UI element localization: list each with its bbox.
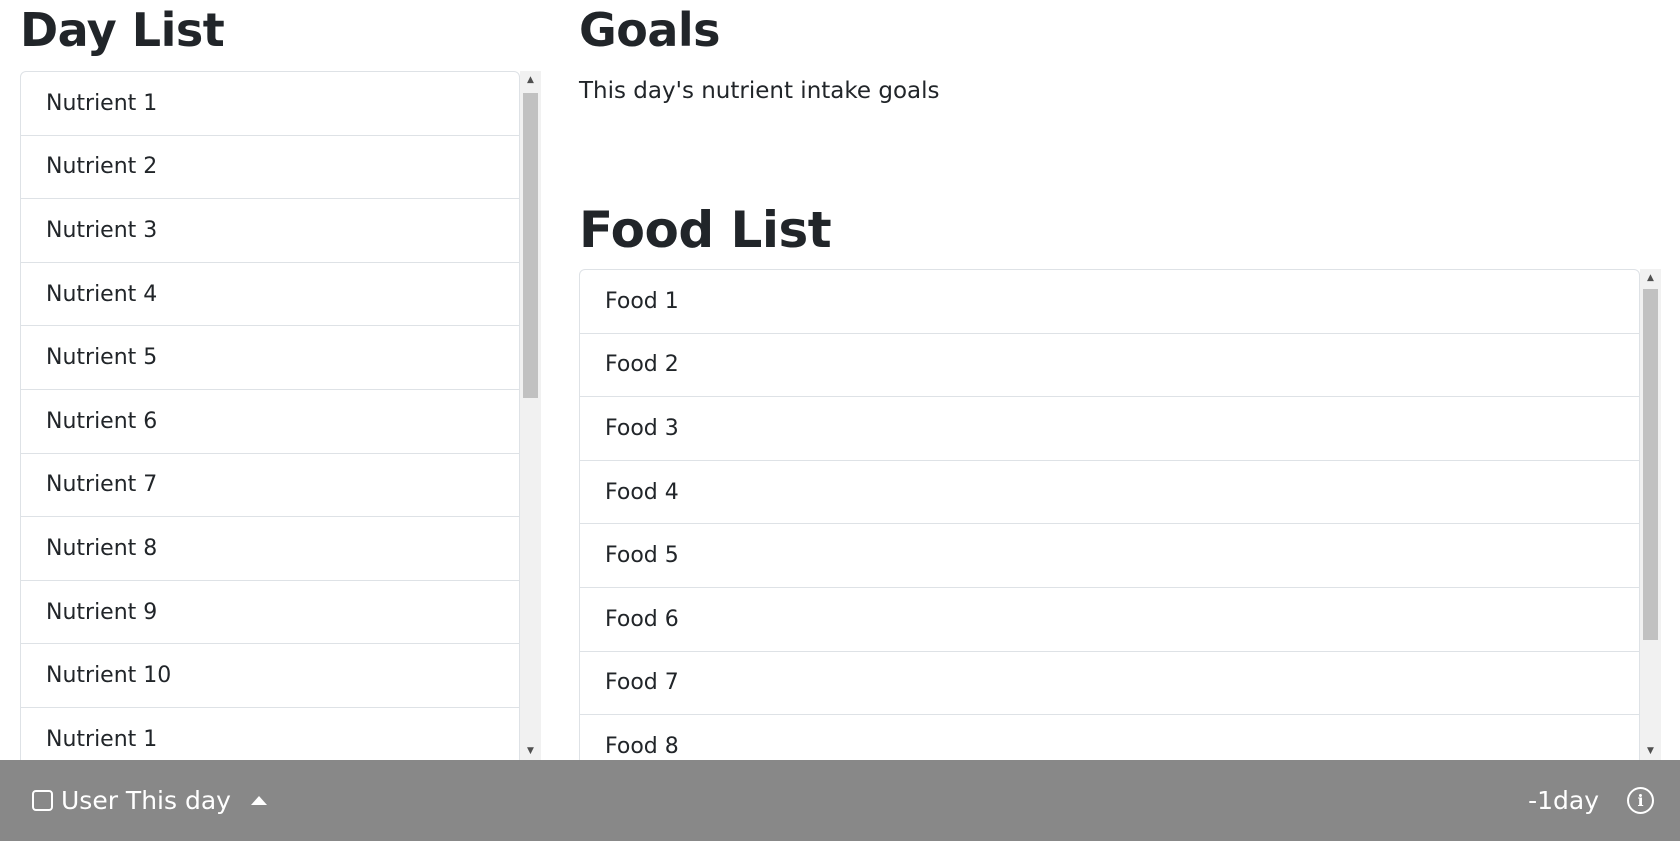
scroll-down-arrow-icon[interactable]: ▼ <box>520 742 541 760</box>
goals-title: Goals <box>579 3 721 57</box>
day-list-item[interactable]: Nutrient 6 <box>21 390 519 454</box>
food-list-title: Food List <box>579 201 832 259</box>
scroll-down-arrow-icon[interactable]: ▼ <box>1640 742 1661 760</box>
day-list-item[interactable]: Nutrient 2 <box>21 136 519 200</box>
user-day-label: User This day <box>61 786 231 815</box>
day-list-scrollbar[interactable]: ▲ ▼ <box>520 71 541 760</box>
user-day-toggle[interactable]: User This day <box>32 760 267 841</box>
goals-description: This day's nutrient intake goals <box>579 78 940 104</box>
food-list-item[interactable]: Food 7 <box>580 652 1639 716</box>
food-list-item[interactable]: Food 8 <box>580 715 1639 760</box>
user-checkbox[interactable] <box>32 790 53 811</box>
day-list: Nutrient 1 Nutrient 2 Nutrient 3 Nutrien… <box>20 71 520 760</box>
scroll-up-arrow-icon[interactable]: ▲ <box>520 71 541 89</box>
food-list-scroll-container[interactable]: Food 1 Food 2 Food 3 Food 4 Food 5 Food … <box>579 269 1661 760</box>
day-list-item[interactable]: Nutrient 10 <box>21 644 519 708</box>
food-list: Food 1 Food 2 Food 3 Food 4 Food 5 Food … <box>579 269 1640 760</box>
day-list-item[interactable]: Nutrient 3 <box>21 199 519 263</box>
day-list-scroll-container[interactable]: Nutrient 1 Nutrient 2 Nutrient 3 Nutrien… <box>20 71 541 760</box>
day-list-item[interactable]: Nutrient 1 <box>21 72 519 136</box>
app-page: Day List Nutrient 1 Nutrient 2 Nutrient … <box>0 0 1680 841</box>
food-list-item[interactable]: Food 3 <box>580 397 1639 461</box>
food-list-item[interactable]: Food 4 <box>580 461 1639 525</box>
caret-up-icon <box>250 796 267 805</box>
bottom-bar: User This day -1day i <box>0 760 1680 841</box>
scroll-up-arrow-icon[interactable]: ▲ <box>1640 269 1661 287</box>
day-list-item[interactable]: Nutrient 9 <box>21 581 519 645</box>
food-list-item[interactable]: Food 2 <box>580 334 1639 398</box>
food-list-item[interactable]: Food 6 <box>580 588 1639 652</box>
day-list-item[interactable]: Nutrient 1 <box>21 708 519 760</box>
food-list-scrollbar[interactable]: ▲ ▼ <box>1640 269 1661 760</box>
food-list-scroll-thumb[interactable] <box>1643 289 1658 640</box>
day-offset-button[interactable]: -1day <box>1528 760 1599 841</box>
day-list-item[interactable]: Nutrient 8 <box>21 517 519 581</box>
day-list-item[interactable]: Nutrient 4 <box>21 263 519 327</box>
day-list-title: Day List <box>20 3 225 57</box>
day-list-item[interactable]: Nutrient 5 <box>21 326 519 390</box>
food-list-item[interactable]: Food 5 <box>580 524 1639 588</box>
day-list-item[interactable]: Nutrient 7 <box>21 454 519 518</box>
day-list-scroll-thumb[interactable] <box>523 93 538 398</box>
info-icon[interactable]: i <box>1627 787 1654 814</box>
food-list-item[interactable]: Food 1 <box>580 270 1639 334</box>
